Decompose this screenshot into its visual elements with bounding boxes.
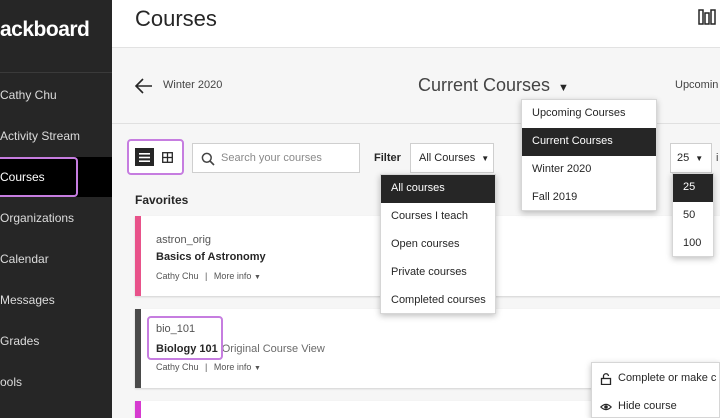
list-icon xyxy=(139,152,150,162)
per-page-select[interactable]: 25 ▼ xyxy=(670,143,712,173)
per-page-menu: 25 50 100 xyxy=(672,173,714,257)
arrow-left-icon[interactable] xyxy=(134,77,154,95)
per-page-label: i xyxy=(716,152,719,164)
term-menu: Upcoming Courses Current Courses Winter … xyxy=(521,99,657,211)
context-item-complete[interactable]: Complete or make c xyxy=(592,365,719,393)
more-info-toggle[interactable]: More info ▼ xyxy=(214,271,261,281)
brand-logo[interactable]: ackboard xyxy=(0,18,90,42)
per-page-item-100[interactable]: 100 xyxy=(673,230,713,258)
filter-menu-item-private[interactable]: Private courses xyxy=(381,259,495,287)
page-title: Courses xyxy=(135,6,217,31)
eye-icon xyxy=(600,403,612,411)
per-page-item-25[interactable]: 25 xyxy=(673,174,713,202)
course-color-stripe xyxy=(135,401,141,418)
next-term-link[interactable]: Upcomin xyxy=(675,79,718,91)
term-menu-item-winter-2020[interactable]: Winter 2020 xyxy=(522,156,656,184)
list-view-button[interactable] xyxy=(135,148,154,166)
filter-menu-item-teach[interactable]: Courses I teach xyxy=(381,203,495,231)
main-content: Courses Winter 2020 Current Courses ▼ Upc… xyxy=(112,0,720,418)
context-item-label: Hide course xyxy=(618,400,677,412)
sidebar-item-tools[interactable]: ools xyxy=(0,362,112,402)
course-color-stripe xyxy=(135,216,141,296)
course-name[interactable]: Biology 101 xyxy=(156,343,218,355)
more-info-label: More info xyxy=(213,271,252,281)
instructor-name: Cathy Chu xyxy=(156,362,199,372)
course-color-stripe xyxy=(135,309,141,388)
instructor-name: Cathy Chu xyxy=(156,271,199,281)
sidebar-item-courses[interactable]: Courses xyxy=(0,157,112,197)
per-page-item-50[interactable]: 50 xyxy=(673,202,713,230)
library-icon[interactable] xyxy=(698,8,718,26)
meta-separator: | xyxy=(205,362,208,372)
sidebar-divider xyxy=(0,72,112,73)
course-meta: Cathy Chu | More info ▼ xyxy=(156,362,261,372)
grid-icon xyxy=(162,151,173,163)
page-header: Courses xyxy=(112,0,720,48)
course-id: bio_101 xyxy=(156,323,196,335)
term-menu-item-fall-2019[interactable]: Fall 2019 xyxy=(522,184,656,212)
course-name[interactable]: Basics of Astronomy xyxy=(156,251,266,263)
grid-view-button[interactable] xyxy=(158,148,177,166)
sidebar-item-activity-stream[interactable]: Activity Stream xyxy=(0,116,112,156)
caret-down-icon: ▼ xyxy=(558,82,569,94)
sidebar-item-grades[interactable]: Grades xyxy=(0,321,112,361)
view-toggle xyxy=(127,139,184,175)
term-select[interactable]: Current Courses ▼ xyxy=(418,75,569,96)
course-meta: Cathy Chu | More info ▼ xyxy=(156,271,261,281)
per-page-value: 25 xyxy=(677,152,690,164)
chevron-down-icon: ▼ xyxy=(253,274,261,281)
favorites-heading: Favorites xyxy=(135,193,189,207)
term-menu-item-current[interactable]: Current Courses xyxy=(522,128,656,156)
filter-select-value: All Courses xyxy=(419,152,476,164)
filter-label: Filter xyxy=(374,152,401,164)
sidebar-item-organizations[interactable]: Organizations xyxy=(0,198,112,238)
search-input[interactable] xyxy=(221,150,353,166)
course-view-label: Original Course View xyxy=(221,343,325,355)
sidebar-item-messages[interactable]: Messages xyxy=(0,280,112,320)
lock-open-icon xyxy=(600,373,612,385)
term-select-label: Current Courses xyxy=(418,75,551,95)
context-item-label: Complete or make c xyxy=(618,372,717,384)
term-menu-item-upcoming[interactable]: Upcoming Courses xyxy=(522,100,656,128)
course-name-row: Biology 101 Original Course View xyxy=(156,343,325,355)
more-info-toggle[interactable]: More info ▼ xyxy=(214,362,261,372)
filter-select[interactable]: All Courses ▼ xyxy=(410,143,494,173)
filter-menu-item-completed[interactable]: Completed courses xyxy=(381,287,495,315)
course-id: astron_orig xyxy=(156,234,212,246)
sidebar-item-calendar[interactable]: Calendar xyxy=(0,239,112,279)
caret-down-icon: ▼ xyxy=(695,154,704,163)
course-context-menu: Complete or make c Hide course xyxy=(591,362,720,418)
filter-menu-item-open[interactable]: Open courses xyxy=(381,231,495,259)
meta-separator: | xyxy=(205,271,208,281)
more-info-label: More info xyxy=(213,362,252,372)
sidebar: ackboard Cathy Chu Activity Stream Cours… xyxy=(0,0,112,418)
search-icon xyxy=(201,152,215,166)
sidebar-item-profile[interactable]: Cathy Chu xyxy=(0,75,112,115)
filter-menu-item-all[interactable]: All courses xyxy=(381,175,495,203)
filter-menu: All courses Courses I teach Open courses… xyxy=(380,174,496,314)
context-item-hide[interactable]: Hide course xyxy=(592,393,719,417)
search-box xyxy=(192,143,360,173)
previous-term-link[interactable]: Winter 2020 xyxy=(163,79,222,91)
caret-down-icon: ▼ xyxy=(481,154,490,163)
chevron-down-icon: ▼ xyxy=(253,365,261,372)
